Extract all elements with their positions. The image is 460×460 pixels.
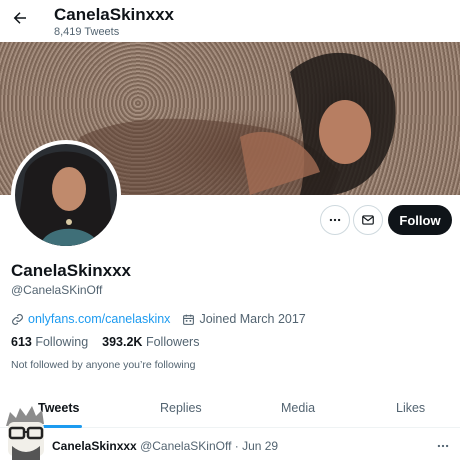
tweet-header: CanelaSkinxxx @CanelaSKinOff · Jun 29 (52, 439, 278, 453)
link-icon (12, 313, 23, 325)
profile-tabs: Tweets Replies Media Likes (0, 390, 460, 428)
not-followed-note: Not followed by anyone you’re following (11, 359, 196, 371)
header-title: CanelaSkinxxx (54, 5, 175, 24)
message-button[interactable] (353, 205, 383, 235)
profile-meta: onlyfans.com/canelaskinx Joined March 20… (11, 310, 306, 328)
tab-likes[interactable]: Likes (396, 401, 425, 415)
following-label: Following (35, 335, 89, 349)
avatar-image (15, 151, 115, 246)
cartoon-avatar-image (6, 406, 44, 460)
user-handle: @CanelaSKinOff (11, 283, 103, 297)
tab-media[interactable]: Media (281, 401, 315, 415)
joined-date: Joined March 2017 (199, 312, 306, 326)
followers-count: 393.2K (102, 335, 143, 349)
tweet-avatar[interactable] (0, 404, 52, 460)
more-horizontal-icon (329, 218, 341, 222)
profile-avatar[interactable] (11, 140, 121, 250)
more-horizontal-icon (437, 444, 449, 448)
tweet-count: 8,419 Tweets (54, 26, 120, 38)
followers-stat[interactable]: 393.2K Followers (102, 335, 199, 349)
calendar-icon (183, 314, 195, 325)
followers-label: Followers (145, 335, 200, 349)
following-count: 613 (11, 335, 32, 349)
envelope-icon (362, 215, 374, 225)
tab-replies[interactable]: Replies (160, 401, 202, 415)
profile-header: CanelaSkinxxx 8,419 Tweets (0, 0, 460, 42)
follow-button[interactable]: Follow (388, 205, 452, 235)
more-button[interactable] (320, 205, 350, 235)
website-link[interactable]: onlyfans.com/canelaskinx (28, 312, 170, 326)
tweet-more-button[interactable] (436, 439, 450, 456)
tweet-author-handle[interactable]: @CanelaSKinOff (140, 439, 231, 453)
tweet-date[interactable]: · Jun 29 (235, 439, 278, 453)
following-stat[interactable]: 613 Following (11, 335, 88, 349)
arrow-left-icon (13, 12, 26, 24)
tweet-author-name[interactable]: CanelaSkinxxx (52, 439, 137, 453)
follow-stats: 613 Following 393.2K Followers (11, 335, 199, 349)
back-button[interactable] (8, 6, 32, 30)
display-name: CanelaSkinxxx (11, 261, 132, 280)
